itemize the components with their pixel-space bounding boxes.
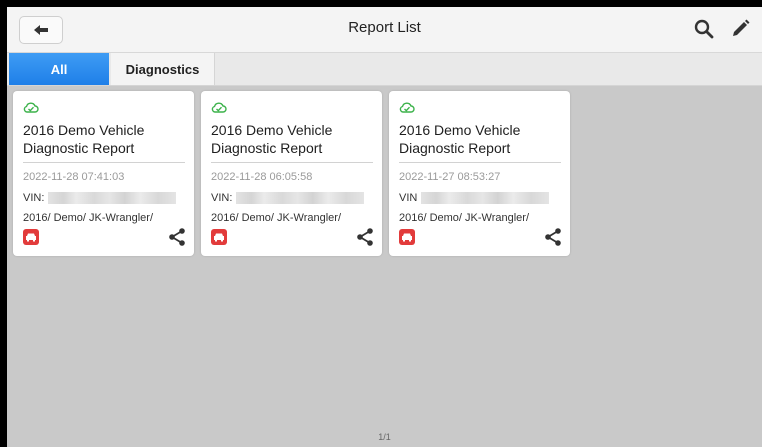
top-bar: Report List (7, 7, 762, 53)
vin-label: VIN (399, 192, 418, 204)
vin-value-redacted (48, 192, 177, 204)
tab-all[interactable]: All (9, 53, 109, 85)
tab-diagnostics[interactable]: Diagnostics (111, 53, 215, 85)
report-title: 2016 Demo Vehicle Diagnostic Report (399, 122, 521, 156)
edit-icon[interactable] (729, 18, 751, 40)
report-date: 2022-11-27 08:53:27 (399, 171, 501, 183)
cloud-check-icon (399, 102, 415, 113)
cloud-check-icon (23, 102, 39, 113)
report-card[interactable]: 2016 Demo Vehicle Diagnostic Report 2022… (201, 91, 382, 256)
vin-row: VIN: (211, 191, 365, 205)
divider (23, 162, 185, 163)
share-icon[interactable] (543, 227, 563, 247)
vehicle-path: 2016/ Demo/ JK-Wrangler/ (211, 212, 342, 224)
share-icon[interactable] (355, 227, 375, 247)
vin-label: VIN: (23, 192, 45, 204)
screen: Report List All Diagnostics 2016 Demo Ve… (7, 7, 762, 447)
divider (399, 162, 561, 163)
vin-label: VIN: (211, 192, 233, 204)
report-card[interactable]: 2016 Demo Vehicle Diagnostic Report 2022… (13, 91, 194, 256)
vin-row: VIN (399, 191, 550, 205)
divider (211, 162, 373, 163)
pagination-indicator: 1/1 (378, 432, 391, 442)
report-title: 2016 Demo Vehicle Diagnostic Report (211, 122, 333, 156)
page-title: Report List (348, 19, 421, 36)
car-icon (211, 229, 227, 245)
vehicle-path: 2016/ Demo/ JK-Wrangler/ (23, 212, 154, 224)
vin-row: VIN: (23, 191, 177, 205)
search-icon[interactable] (693, 18, 715, 40)
car-icon (399, 229, 415, 245)
vin-value-redacted (421, 192, 550, 204)
report-date: 2022-11-28 06:05:58 (211, 171, 313, 183)
report-card[interactable]: 2016 Demo Vehicle Diagnostic Report 2022… (389, 91, 570, 256)
cloud-check-icon (211, 102, 227, 113)
tab-bar: All Diagnostics (7, 53, 762, 86)
vin-value-redacted (236, 192, 365, 204)
share-icon[interactable] (167, 227, 187, 247)
report-date: 2022-11-28 07:41:03 (23, 171, 125, 183)
vehicle-path: 2016/ Demo/ JK-Wrangler/ (399, 212, 530, 224)
report-title: 2016 Demo Vehicle Diagnostic Report (23, 122, 145, 156)
car-icon (23, 229, 39, 245)
tab-all-label: All (50, 61, 68, 77)
tab-diagnostics-label: Diagnostics (125, 61, 200, 77)
